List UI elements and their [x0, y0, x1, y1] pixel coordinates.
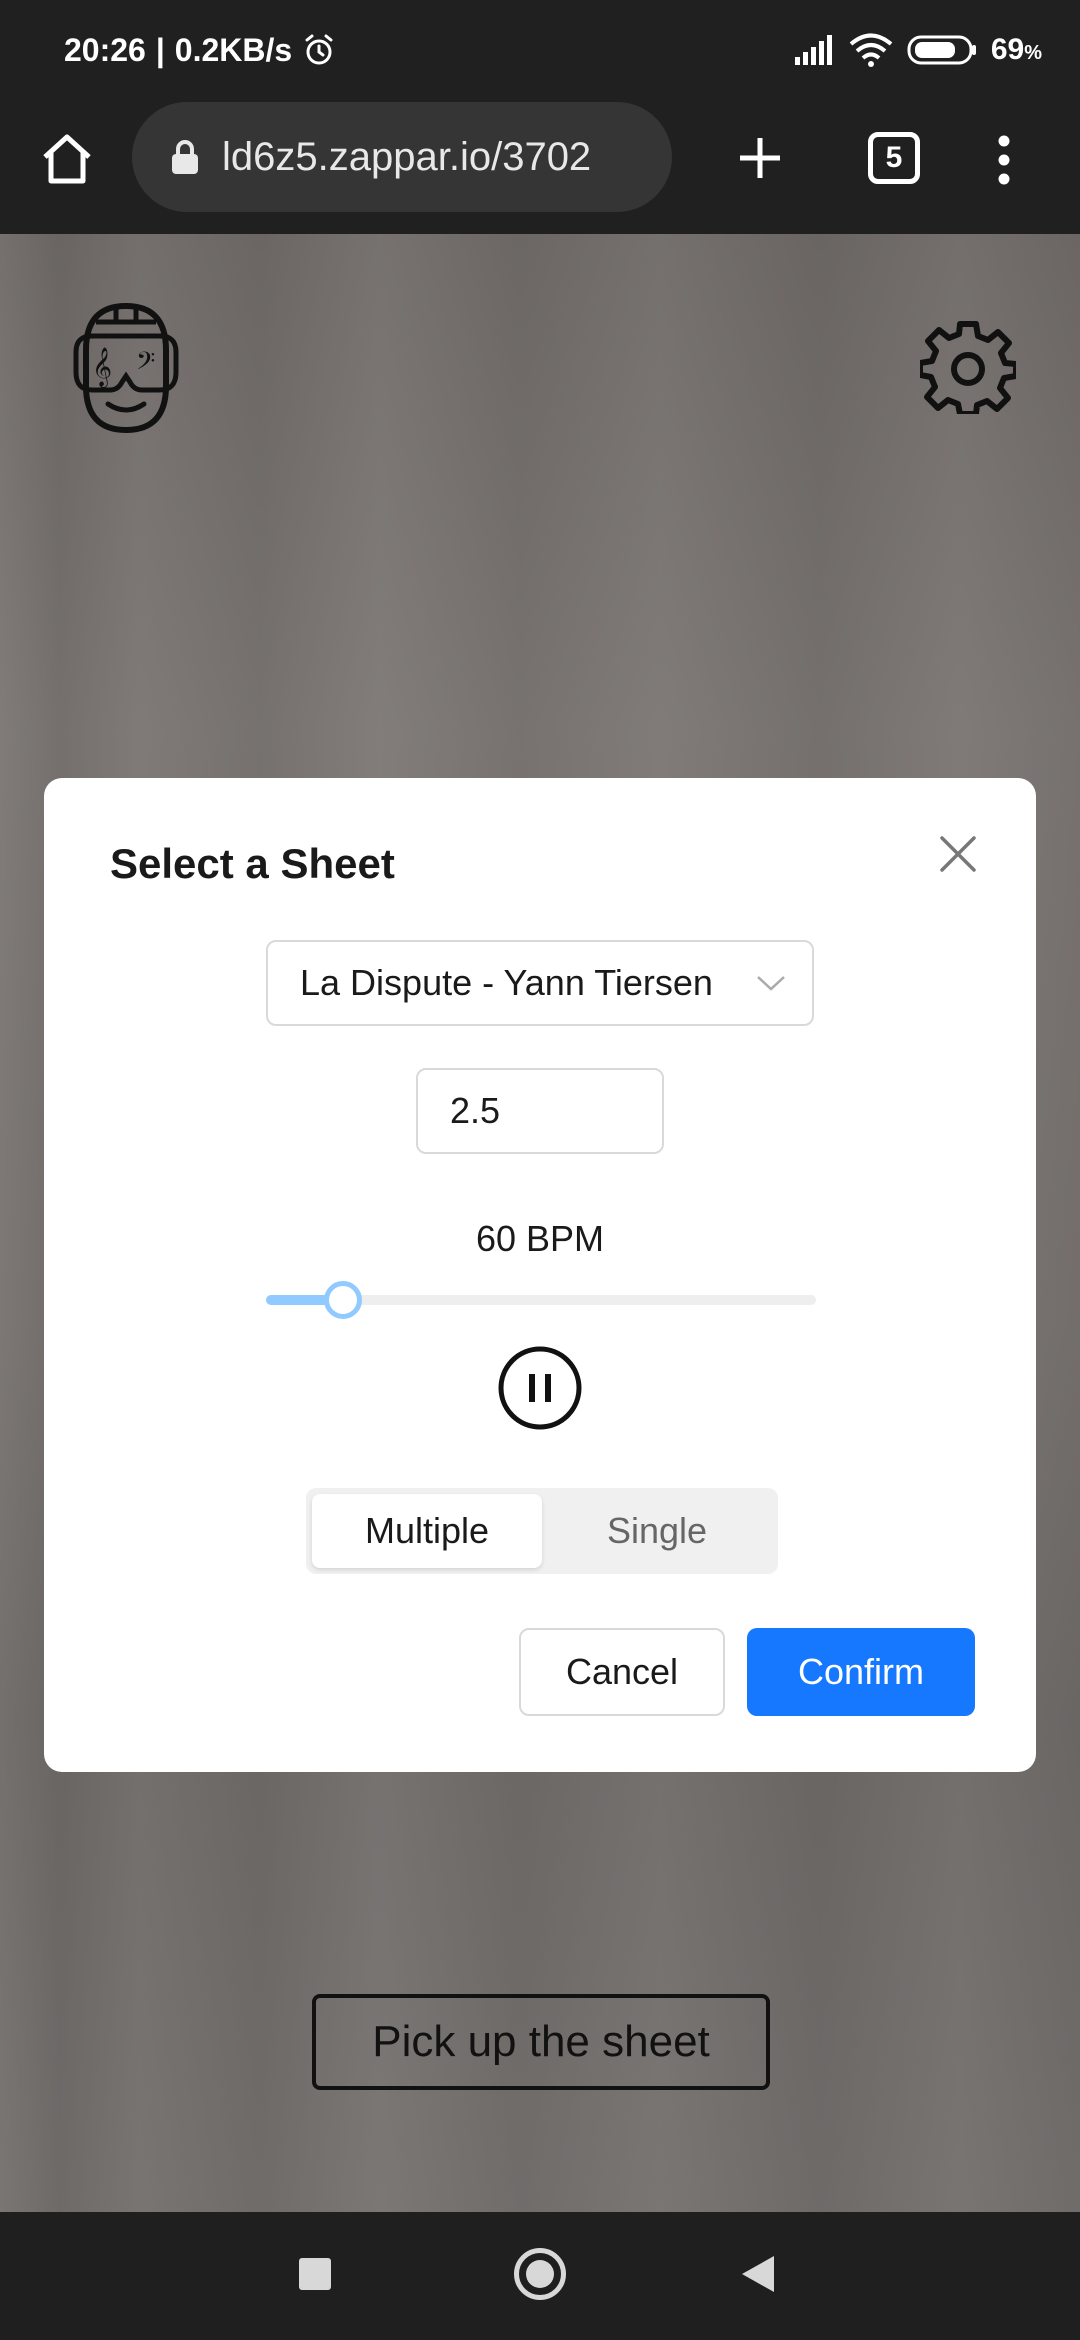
- tabs-button[interactable]: 5: [868, 132, 920, 184]
- confirm-button[interactable]: Confirm: [747, 1628, 975, 1716]
- plus-icon: [740, 138, 780, 178]
- status-bar: 20:26 | 0.2KB/s 69%: [0, 0, 1080, 100]
- browser-home-button[interactable]: [36, 128, 98, 190]
- home-icon: [43, 134, 91, 184]
- chevron-down-icon: [757, 976, 785, 991]
- number-input-value: 2.5: [450, 1090, 501, 1131]
- battery-level: 69%: [990, 33, 1042, 66]
- wifi-icon: [849, 33, 893, 67]
- tab-count: 5: [885, 141, 903, 174]
- new-tab-button[interactable]: [728, 126, 792, 190]
- status-separator: |: [155, 31, 165, 68]
- sheet-select-value: La Dispute - Yann Tiersen: [300, 962, 713, 1003]
- gear-icon[interactable]: [920, 318, 1016, 414]
- url-bar[interactable]: ld6z5.zappar.io/3702: [132, 102, 672, 212]
- status-net-speed: 0.2KB/s: [174, 31, 293, 68]
- back-icon[interactable]: [742, 2256, 774, 2292]
- url-text: ld6z5.zappar.io/3702: [222, 134, 592, 179]
- more-vert-icon: [998, 135, 1010, 185]
- home-circle-icon[interactable]: [514, 2248, 566, 2300]
- recent-apps-icon[interactable]: [299, 2258, 331, 2290]
- tempo-slider[interactable]: [266, 1281, 816, 1319]
- signal-icon: [794, 35, 832, 65]
- mode-segmented-control: Multiple Single: [306, 1488, 778, 1574]
- dialog-title: Select a Sheet: [110, 840, 395, 887]
- system-nav-bar: [0, 2212, 1080, 2340]
- bpm-label: 60 BPM: [475, 1218, 605, 1259]
- pick-up-sheet-button[interactable]: Pick up the sheet: [312, 1994, 770, 2090]
- mode-option-multiple[interactable]: Multiple: [312, 1494, 542, 1568]
- browser-toolbar: ld6z5.zappar.io/3702 5: [0, 100, 1080, 234]
- select-sheet-dialog: Select a Sheet La Dispute - Yann Tiersen…: [44, 778, 1036, 1772]
- alarm-icon: [305, 34, 333, 65]
- svg-text:𝄞: 𝄞: [92, 347, 112, 388]
- number-input[interactable]: 2.5: [416, 1068, 664, 1154]
- lock-icon: [172, 140, 198, 174]
- slider-handle[interactable]: [324, 1281, 362, 1319]
- cancel-button[interactable]: Cancel: [519, 1628, 725, 1716]
- svg-text:𝄢: 𝄢: [136, 347, 155, 382]
- battery-icon: [907, 35, 976, 65]
- mode-option-single[interactable]: Single: [542, 1494, 772, 1568]
- status-time: 20:26: [64, 31, 146, 68]
- music-face-icon[interactable]: 𝄞 𝄢: [64, 300, 188, 436]
- sheet-select[interactable]: La Dispute - Yann Tiersen: [266, 940, 814, 1026]
- status-right: 69%: [794, 33, 1042, 67]
- close-icon[interactable]: [936, 832, 980, 876]
- pause-button[interactable]: [498, 1346, 582, 1430]
- status-left: 20:26 | 0.2KB/s: [64, 32, 336, 69]
- browser-menu-button[interactable]: [984, 128, 1024, 192]
